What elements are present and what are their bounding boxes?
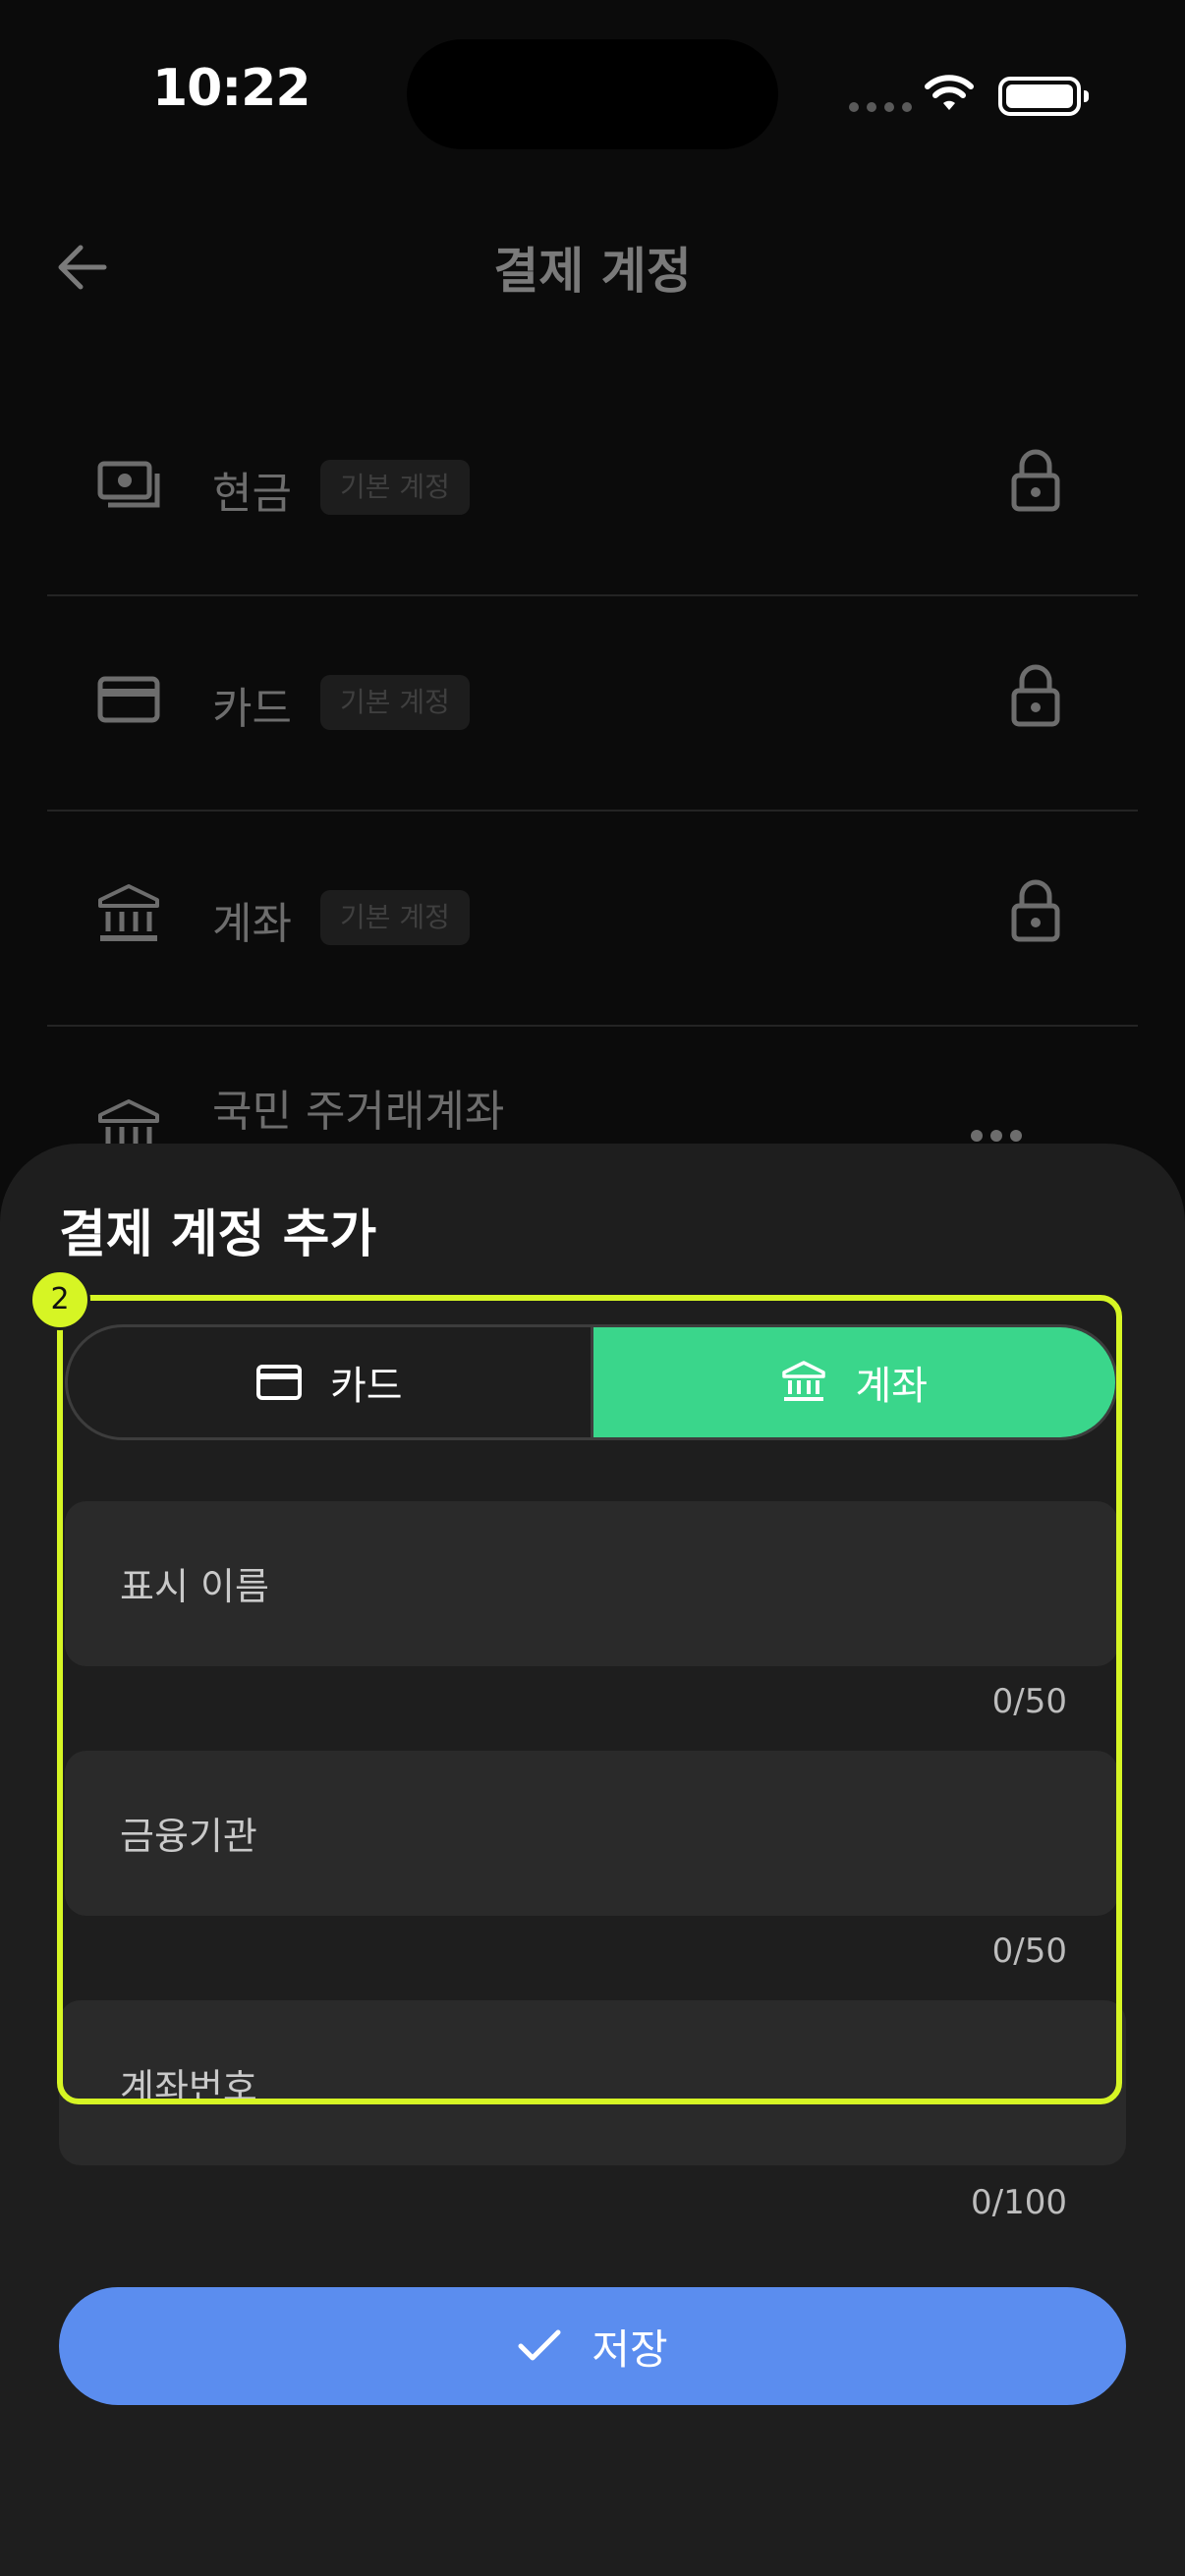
default-account-badge: 기본 계정 <box>320 460 470 515</box>
field-label: 계좌번호 <box>120 2066 257 2109</box>
lock-icon <box>1011 664 1060 727</box>
card-icon <box>255 1365 302 1400</box>
segment-label: 계좌 <box>855 1364 929 1409</box>
account-row-cash[interactable]: 현금 기본 계정 <box>47 381 1138 596</box>
account-number-field[interactable]: 계좌번호 <box>59 2000 1126 2165</box>
wifi-icon <box>925 75 974 110</box>
cash-icon <box>97 461 160 508</box>
bank-icon <box>98 884 159 941</box>
char-counter: 0/100 <box>971 2183 1067 2222</box>
account-name: 계좌 <box>212 899 292 949</box>
check-icon <box>518 2329 561 2361</box>
account-name: 국민 주거래계좌 <box>212 1087 505 1137</box>
account-name: 카드 <box>212 684 292 734</box>
status-time: 10:22 <box>152 59 311 118</box>
default-account-badge: 기본 계정 <box>320 675 470 730</box>
account-name: 현금 <box>212 469 292 519</box>
bank-icon <box>782 1361 826 1401</box>
char-counter: 0/50 <box>991 1682 1067 1721</box>
sheet-title: 결제 계정 추가 <box>59 1205 377 1264</box>
dynamic-island <box>407 39 778 149</box>
segment-option-account[interactable]: 계좌 <box>592 1327 1115 1437</box>
display-name-field[interactable]: 표시 이름 <box>65 1501 1118 1666</box>
institution-field[interactable]: 금융기관 <box>65 1751 1118 1916</box>
battery-icon <box>998 77 1089 116</box>
account-type-segment: 카드 계좌 <box>65 1324 1118 1440</box>
field-label: 표시 이름 <box>120 1565 269 1608</box>
account-row-card[interactable]: 카드 기본 계정 <box>47 596 1138 812</box>
more-options-icon[interactable] <box>971 1130 1022 1142</box>
card-icon <box>97 676 160 723</box>
lock-icon <box>1011 879 1060 942</box>
segment-label: 카드 <box>329 1364 403 1409</box>
segment-option-card[interactable]: 카드 <box>68 1327 593 1437</box>
default-account-badge: 기본 계정 <box>320 890 470 945</box>
save-label: 저장 <box>592 2324 668 2374</box>
page-title: 결제 계정 <box>493 243 692 300</box>
screen: 10:22 결제 계정 현금 기본 계정 카드 기본 계정 계좌 기본 계정 국… <box>0 0 1185 2576</box>
lock-icon <box>1011 449 1060 512</box>
save-button[interactable]: 저장 <box>59 2287 1126 2405</box>
char-counter: 0/50 <box>991 1932 1067 1971</box>
account-row-bank[interactable]: 계좌 기본 계정 <box>47 812 1138 1027</box>
field-label: 금융기관 <box>120 1815 257 1858</box>
cellular-signal-icon <box>849 102 912 112</box>
highlight-number-badge: 2 <box>29 1269 90 1330</box>
